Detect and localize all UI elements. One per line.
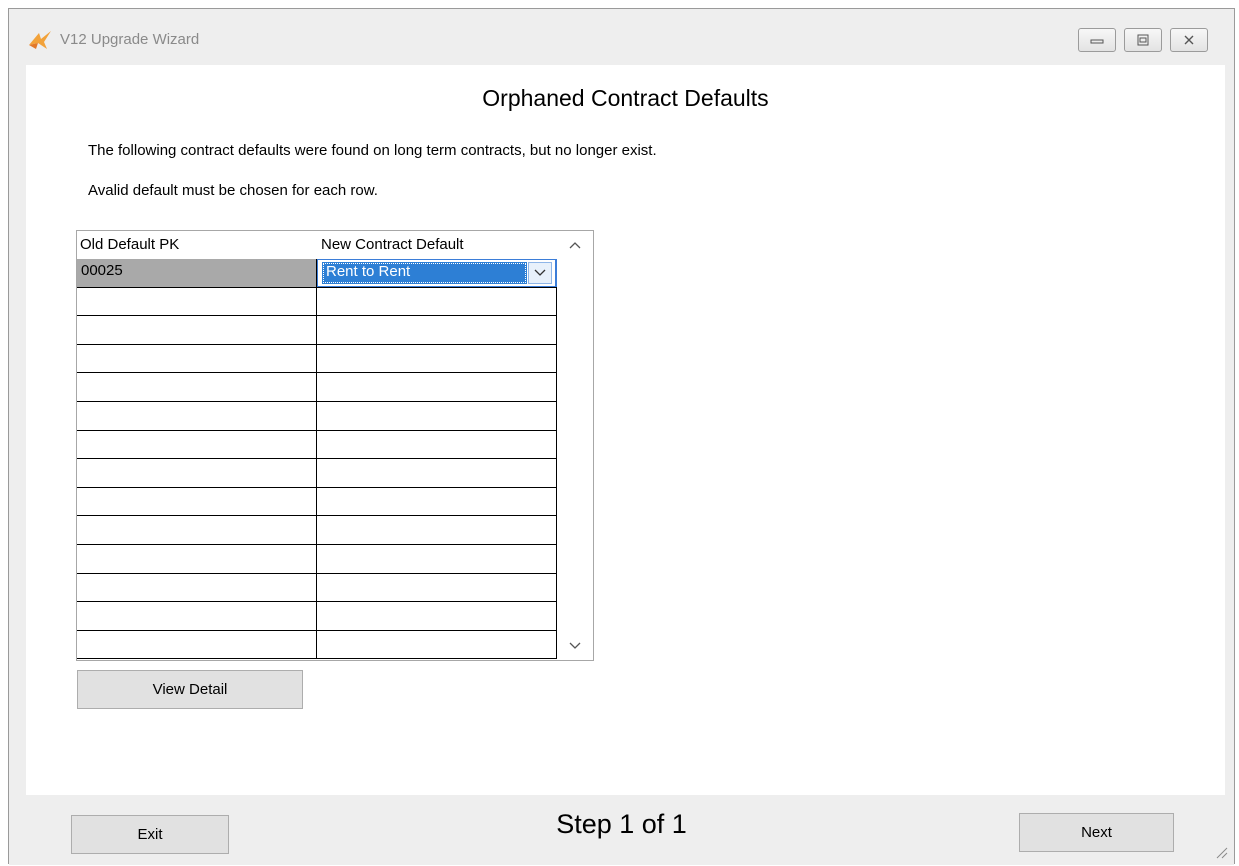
old-default-pk-cell[interactable]	[77, 544, 317, 573]
grid-scrollbar[interactable]	[557, 231, 593, 660]
window-controls	[1078, 28, 1208, 52]
old-default-pk-cell[interactable]	[77, 373, 317, 401]
old-default-pk-cell[interactable]	[77, 401, 317, 430]
new-contract-default-cell[interactable]	[317, 459, 557, 487]
new-contract-default-cell[interactable]	[317, 602, 557, 630]
old-default-pk-cell[interactable]	[77, 573, 317, 602]
new-contract-default-cell[interactable]	[317, 373, 557, 401]
column-header-new-contract-default[interactable]: New Contract Default	[321, 236, 464, 253]
table-row[interactable]	[77, 602, 557, 631]
old-default-pk-cell[interactable]	[77, 630, 317, 659]
chevron-up-icon	[569, 242, 581, 249]
table-row[interactable]	[77, 287, 557, 317]
new-contract-default-cell[interactable]	[317, 630, 557, 659]
table-row[interactable]	[77, 573, 557, 603]
new-contract-default-cell[interactable]	[317, 401, 557, 430]
v12-logo-icon	[29, 31, 51, 49]
new-contract-default-cell[interactable]	[317, 287, 557, 316]
window-title: V12 Upgrade Wizard	[60, 31, 200, 48]
old-default-pk-cell[interactable]	[77, 430, 317, 459]
old-default-pk-cell[interactable]	[77, 516, 317, 544]
wizard-window: V12 Upgrade Wizard Orphaned Contract Def…	[8, 8, 1235, 865]
wizard-footer: Exit Step 1 of 1 Next	[9, 795, 1234, 865]
new-contract-default-cell[interactable]: Rent to Rent	[317, 259, 557, 287]
old-default-pk-cell[interactable]	[77, 316, 317, 344]
chevron-down-icon	[569, 642, 581, 649]
instruction-text: Avalid default must be chosen for each r…	[88, 182, 378, 199]
next-button[interactable]: Next	[1019, 813, 1174, 852]
new-contract-default-cell[interactable]	[317, 344, 557, 373]
new-contract-default-cell[interactable]	[317, 544, 557, 573]
old-default-pk-cell[interactable]: 00025	[77, 259, 317, 287]
old-default-pk-cell[interactable]	[77, 487, 317, 516]
table-row[interactable]	[77, 487, 557, 517]
old-default-pk-cell[interactable]	[77, 459, 317, 487]
minimize-button[interactable]	[1078, 28, 1116, 52]
table-row[interactable]	[77, 401, 557, 431]
table-row[interactable]	[77, 459, 557, 488]
column-header-old-default-pk[interactable]: Old Default PK	[80, 236, 179, 253]
table-row[interactable]	[77, 344, 557, 374]
minimize-icon	[1090, 39, 1104, 44]
defaults-grid[interactable]: Old Default PK New Contract Default 0002…	[76, 230, 594, 661]
title-bar: V12 Upgrade Wizard	[9, 9, 1234, 65]
maximize-icon	[1137, 34, 1149, 46]
wizard-content: Orphaned Contract Defaults The following…	[26, 65, 1225, 795]
close-icon	[1184, 35, 1194, 45]
scroll-up-button[interactable]	[567, 237, 583, 253]
table-row[interactable]	[77, 373, 557, 402]
old-default-pk-cell[interactable]	[77, 602, 317, 630]
old-default-pk-cell[interactable]	[77, 287, 317, 316]
resize-grip-icon[interactable]	[1212, 843, 1228, 859]
new-contract-default-cell[interactable]	[317, 516, 557, 544]
view-detail-button[interactable]: View Detail	[77, 670, 303, 709]
page-title: Orphaned Contract Defaults	[482, 85, 769, 111]
close-button[interactable]	[1170, 28, 1208, 52]
table-row[interactable]: 00025 Rent to Rent	[77, 259, 557, 288]
maximize-button[interactable]	[1124, 28, 1162, 52]
grid-rows: 00025 Rent to Rent	[77, 259, 557, 660]
scroll-down-button[interactable]	[567, 638, 583, 654]
grid-header: Old Default PK New Contract Default	[77, 231, 557, 257]
new-default-select[interactable]: Rent to Rent	[322, 262, 527, 284]
table-row[interactable]	[77, 544, 557, 574]
new-contract-default-cell[interactable]	[317, 430, 557, 459]
new-contract-default-cell[interactable]	[317, 573, 557, 602]
table-row[interactable]	[77, 630, 557, 660]
chevron-down-icon	[534, 269, 546, 276]
table-row[interactable]	[77, 430, 557, 460]
table-row[interactable]	[77, 516, 557, 545]
dropdown-button[interactable]	[528, 262, 552, 284]
table-row[interactable]	[77, 316, 557, 345]
info-text: The following contract defaults were fou…	[88, 142, 657, 159]
new-contract-default-cell[interactable]	[317, 316, 557, 344]
old-default-pk-cell[interactable]	[77, 344, 317, 373]
new-contract-default-cell[interactable]	[317, 487, 557, 516]
